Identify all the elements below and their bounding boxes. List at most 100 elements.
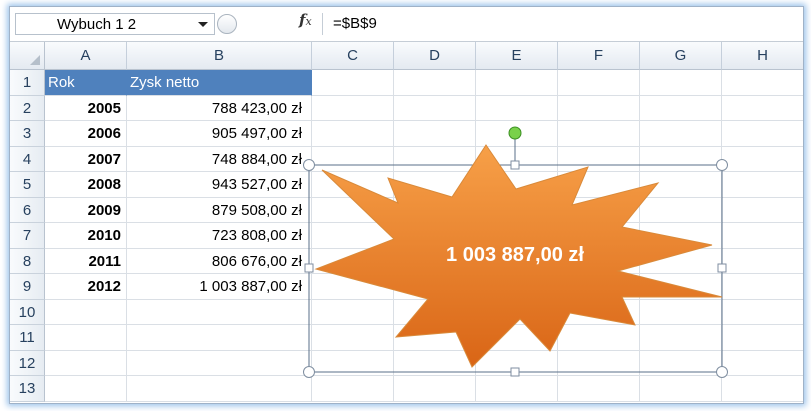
- cell-c4[interactable]: [312, 146, 394, 172]
- cell-c13[interactable]: [312, 376, 394, 402]
- cell-f9[interactable]: [558, 274, 640, 300]
- cell-f5[interactable]: [558, 172, 640, 198]
- column-header-d[interactable]: D: [394, 42, 476, 70]
- cell-f1[interactable]: [558, 70, 640, 96]
- cell-h6[interactable]: [722, 198, 803, 223]
- cell-b1[interactable]: Zysk netto: [127, 70, 312, 96]
- cell-a13[interactable]: [45, 376, 127, 402]
- cell-c1[interactable]: [312, 70, 394, 96]
- row-header-3[interactable]: 3: [10, 121, 45, 147]
- cell-f12[interactable]: [558, 350, 640, 376]
- row-header-13[interactable]: 13: [10, 376, 45, 402]
- cell-c2[interactable]: [312, 95, 394, 121]
- cell-b10[interactable]: [127, 299, 312, 325]
- cell-a4[interactable]: 2007: [45, 146, 127, 172]
- row-header-4[interactable]: 4: [10, 146, 45, 172]
- cell-e10[interactable]: [476, 299, 558, 325]
- column-header-f[interactable]: F: [558, 42, 640, 70]
- chevron-down-icon[interactable]: [198, 22, 208, 27]
- cell-d11[interactable]: [394, 325, 476, 351]
- cell-g1[interactable]: [640, 70, 722, 96]
- cell-f6[interactable]: [558, 197, 640, 223]
- cell-c5[interactable]: [312, 172, 394, 198]
- row-header-5[interactable]: 5: [10, 172, 45, 198]
- cell-c6[interactable]: [312, 197, 394, 223]
- cell-h7[interactable]: [722, 223, 803, 249]
- cell-d6[interactable]: [394, 197, 476, 223]
- cell-e4[interactable]: [476, 146, 558, 172]
- cell-g3[interactable]: [640, 121, 722, 147]
- cell-d10[interactable]: [394, 299, 476, 325]
- select-all-button[interactable]: [10, 42, 45, 70]
- cell-a11[interactable]: [45, 325, 127, 351]
- cell-a1[interactable]: Rok: [45, 70, 127, 96]
- cell-a7[interactable]: 2010: [45, 223, 127, 249]
- cell-a9[interactable]: 2012: [45, 274, 127, 300]
- row-header-10[interactable]: 10: [10, 299, 45, 325]
- cell-g5[interactable]: [640, 172, 722, 198]
- cell-c9[interactable]: [312, 274, 394, 300]
- cell-h12[interactable]: [722, 351, 803, 376]
- cell-d4[interactable]: [394, 146, 476, 172]
- cell-b6[interactable]: 879 508,00 zł: [127, 197, 312, 223]
- cell-g10[interactable]: [640, 299, 722, 325]
- row-header-8[interactable]: 8: [10, 248, 45, 274]
- cell-g4[interactable]: [640, 146, 722, 172]
- cell-b13[interactable]: [127, 376, 312, 402]
- cell-f10[interactable]: [558, 299, 640, 325]
- cell-a3[interactable]: 2006: [45, 121, 127, 147]
- formula-input[interactable]: =$B$9: [322, 13, 800, 35]
- row-header-7[interactable]: 7: [10, 223, 45, 249]
- row-header-9[interactable]: 9: [10, 274, 45, 300]
- cell-c8[interactable]: [312, 248, 394, 274]
- cell-c10[interactable]: [312, 299, 394, 325]
- cell-d13[interactable]: [394, 376, 476, 402]
- column-header-e[interactable]: E: [476, 42, 558, 70]
- cell-e2[interactable]: [476, 95, 558, 121]
- cell-e11[interactable]: [476, 325, 558, 351]
- cell-g13[interactable]: [640, 376, 722, 402]
- cell-e12[interactable]: [476, 350, 558, 376]
- cell-f2[interactable]: [558, 95, 640, 121]
- cell-e3[interactable]: [476, 121, 558, 147]
- cell-e9[interactable]: [476, 274, 558, 300]
- cell-g12[interactable]: [640, 350, 722, 376]
- cell-a8[interactable]: 2011: [45, 248, 127, 274]
- column-header-g[interactable]: G: [640, 42, 722, 70]
- cell-h1[interactable]: [722, 70, 803, 96]
- cell-g8[interactable]: [640, 248, 722, 274]
- cell-h10[interactable]: [722, 300, 803, 325]
- cell-b12[interactable]: [127, 350, 312, 376]
- cell-c3[interactable]: [312, 121, 394, 147]
- cell-h5[interactable]: [722, 172, 803, 198]
- row-header-6[interactable]: 6: [10, 197, 45, 223]
- cell-b4[interactable]: 748 884,00 zł: [127, 146, 312, 172]
- formula-bar-resize-handle[interactable]: [217, 14, 237, 34]
- column-header-h[interactable]: H: [722, 42, 803, 70]
- cell-h11[interactable]: [722, 325, 803, 351]
- cell-d1[interactable]: [394, 70, 476, 96]
- cell-g11[interactable]: [640, 325, 722, 351]
- cell-d2[interactable]: [394, 95, 476, 121]
- cell-b7[interactable]: 723 808,00 zł: [127, 223, 312, 249]
- cell-b3[interactable]: 905 497,00 zł: [127, 121, 312, 147]
- column-header-a[interactable]: A: [45, 42, 127, 70]
- cell-e1[interactable]: [476, 70, 558, 96]
- cell-b9[interactable]: 1 003 887,00 zł: [127, 274, 312, 300]
- cell-d5[interactable]: [394, 172, 476, 198]
- cell-f11[interactable]: [558, 325, 640, 351]
- name-box[interactable]: Wybuch 1 2: [15, 13, 215, 35]
- cell-a6[interactable]: 2009: [45, 197, 127, 223]
- cell-e6[interactable]: [476, 197, 558, 223]
- cell-f13[interactable]: [558, 376, 640, 402]
- cell-e13[interactable]: [476, 376, 558, 402]
- cell-g9[interactable]: [640, 274, 722, 300]
- cell-b2[interactable]: 788 423,00 zł: [127, 95, 312, 121]
- cell-b5[interactable]: 943 527,00 zł: [127, 172, 312, 198]
- cell-g2[interactable]: [640, 95, 722, 121]
- cell-h3[interactable]: [722, 121, 803, 147]
- cell-h4[interactable]: [722, 147, 803, 172]
- cell-f4[interactable]: [558, 146, 640, 172]
- cell-a12[interactable]: [45, 350, 127, 376]
- cell-d3[interactable]: [394, 121, 476, 147]
